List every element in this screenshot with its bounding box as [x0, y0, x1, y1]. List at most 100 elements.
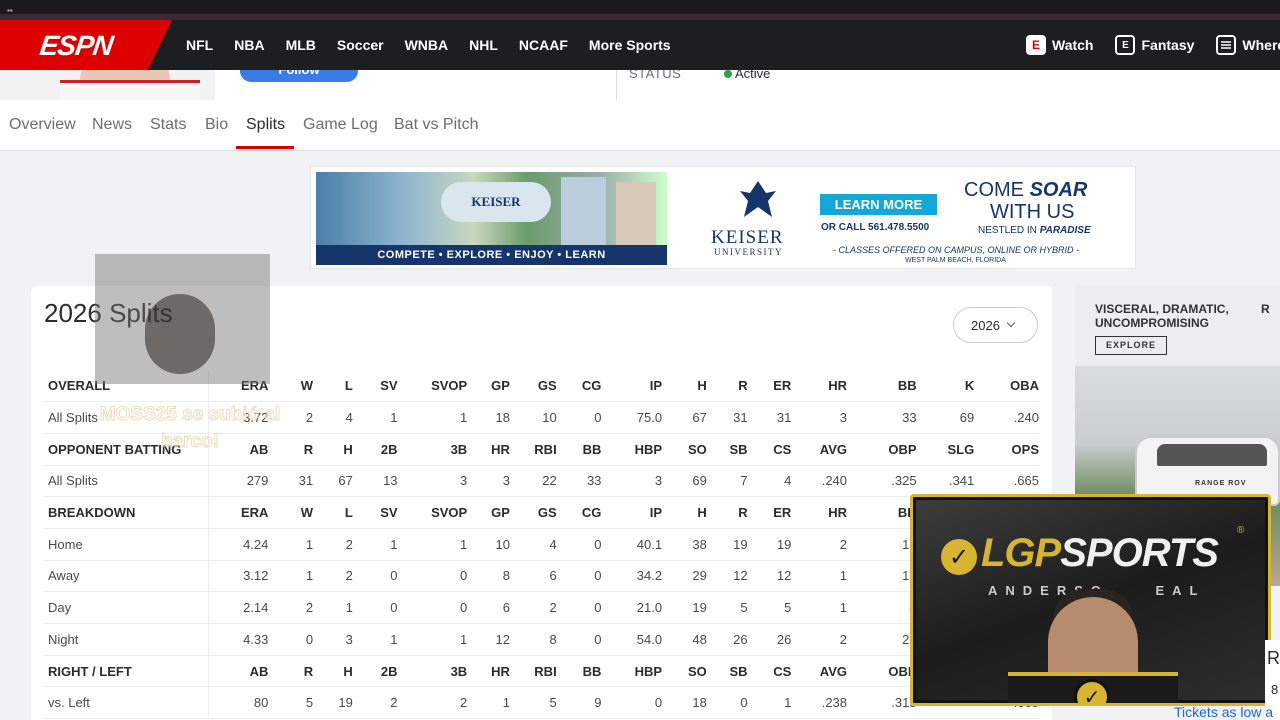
player-subnav: Overview News Stats Bio Splits Game Log …: [0, 100, 1280, 151]
column-header: 3B: [397, 433, 468, 466]
watch-link[interactable]: E Watch: [1026, 35, 1093, 55]
column-header: HR: [467, 433, 510, 466]
column-header: H: [313, 655, 353, 688]
table-cell: 54.0: [601, 623, 663, 656]
nav-link-more-sports[interactable]: More Sports: [589, 37, 671, 53]
column-header: ER: [747, 370, 792, 403]
table-row: Night4.330311128054.0482626229: [44, 623, 1039, 656]
table-cell: 2: [397, 686, 468, 720]
tab-bio[interactable]: Bio: [205, 116, 228, 134]
nav-link-nba[interactable]: NBA: [234, 37, 264, 53]
table-cell: 69: [916, 401, 975, 434]
split-label: Night: [44, 623, 210, 656]
follow-button[interactable]: Follow: [240, 70, 358, 82]
table-cell: 2: [791, 623, 848, 656]
table-cell: 17: [847, 560, 917, 593]
ad-headline-soar: SOAR: [1029, 179, 1088, 201]
nav-link-wnba[interactable]: WNBA: [405, 37, 449, 53]
tab-stats[interactable]: Stats: [150, 116, 186, 134]
column-header: SO: [662, 655, 707, 688]
split-label: vs. Left: [44, 686, 210, 720]
table-cell: 8: [509, 623, 557, 656]
column-header: ERA: [208, 496, 269, 529]
column-header: K: [916, 370, 975, 403]
browser-top-strip: ▪▪: [0, 0, 1280, 20]
table-row: vs. Left805192215901801.238.315.665: [44, 686, 1039, 720]
table-cell: 4.33: [208, 623, 269, 656]
table-cell: 19: [662, 591, 707, 624]
table-cell: 12: [747, 560, 792, 593]
keiser-ad-banner[interactable]: KEISER COMPETE • EXPLORE • ENJOY • LEARN…: [310, 166, 1136, 269]
table-cell: 0: [352, 560, 398, 593]
where-to-watch-icon: [1216, 35, 1237, 55]
status-label: STATUS: [629, 70, 682, 81]
right-rail-peek-text: Ra: [1267, 648, 1280, 668]
table-cell: 1: [397, 401, 468, 434]
nav-link-mlb[interactable]: MLB: [286, 37, 316, 53]
season-dropdown[interactable]: 2026: [953, 307, 1038, 343]
table-cell: 4: [847, 591, 917, 624]
table-cell: .665: [974, 465, 1039, 498]
table-cell: 21.0: [601, 591, 663, 624]
ad-campus-photo: KEISER COMPETE • EXPLORE • ENJOY • LEARN: [316, 172, 667, 265]
column-header: BB: [847, 496, 917, 529]
table-cell: 1: [397, 623, 468, 656]
tab-splits[interactable]: Splits: [246, 116, 285, 134]
table-cell: 3: [467, 465, 510, 498]
lgp-logo-a: LGP: [981, 531, 1061, 575]
fantasy-label: Fantasy: [1141, 37, 1195, 53]
column-header: OBP: [847, 655, 917, 688]
sport-links: NFL NBA MLB Soccer WNBA NHL NCAAF More S…: [186, 20, 692, 70]
where-to-watch-link[interactable]: Where: [1216, 35, 1280, 55]
table-cell: 7: [706, 465, 748, 498]
table-cell: 33: [556, 465, 602, 498]
nav-link-soccer[interactable]: Soccer: [337, 37, 384, 53]
nav-link-nfl[interactable]: NFL: [186, 37, 213, 53]
column-header: GP: [467, 370, 510, 403]
column-header: H: [313, 433, 353, 466]
global-nav: ESPN NFL NBA MLB Soccer WNBA NHL NCAAF M…: [0, 20, 1280, 70]
table-cell: 69: [662, 465, 707, 498]
ad-learn-more-button[interactable]: LEARN MORE: [820, 194, 937, 215]
table-section-header: RIGHT / LEFT AB R H 2B 3B HR RBI BB HBP SO SB CS AVG O…: [44, 655, 1039, 688]
table-cell: 1: [313, 591, 353, 624]
table-cell: .240: [791, 465, 848, 498]
nav-link-nhl[interactable]: NHL: [469, 37, 498, 53]
tab-overview[interactable]: Overview: [9, 116, 76, 134]
tab-news[interactable]: News: [92, 116, 132, 134]
table-cell: 4: [313, 401, 353, 434]
column-header: GP: [467, 496, 510, 529]
table-cell: 13: [352, 465, 398, 498]
nav-link-ncaaf[interactable]: NCAAF: [519, 37, 568, 53]
column-header: R: [706, 496, 748, 529]
column-header: OBA: [974, 370, 1039, 403]
table-cell: 38: [662, 528, 707, 561]
table-cell: .325: [847, 465, 917, 498]
table-cell: 3: [313, 623, 353, 656]
tickets-link[interactable]: Tickets as low a: [1174, 704, 1273, 720]
ad-nestled-paradise: PARADISE: [1039, 225, 1091, 236]
nav-right-links: E Watch E Fantasy Where: [1026, 20, 1280, 70]
side-ad-explore-button[interactable]: EXPLORE: [1095, 336, 1167, 355]
column-header: CG: [556, 496, 602, 529]
table-cell: 2: [352, 686, 398, 720]
column-header: H: [662, 496, 707, 529]
table-cell: 4: [747, 465, 792, 498]
tab-game-log[interactable]: Game Log: [303, 116, 378, 134]
column-header: AVG: [791, 433, 848, 466]
table-cell: 48: [662, 623, 707, 656]
table-cell: 2: [268, 591, 314, 624]
fantasy-link[interactable]: E Fantasy: [1115, 35, 1194, 55]
ad-nestled: NESTLED IN PARADISE: [978, 225, 1091, 236]
fantasy-icon: E: [1115, 35, 1136, 55]
espn-logo-link[interactable]: ESPN: [0, 20, 172, 70]
table-section-header: BREAKDOWN ERA W L SV SVOP GP GS CG IP H R ER HR BB: [44, 496, 1039, 529]
column-header: L: [313, 496, 353, 529]
watch-label: Watch: [1052, 37, 1094, 53]
headshot-jersey: [60, 80, 200, 100]
column-header: 2B: [352, 433, 398, 466]
tab-bat-vs-pitch[interactable]: Bat vs Pitch: [394, 116, 478, 134]
table-cell: 16: [847, 528, 917, 561]
table-cell: 29: [662, 560, 707, 593]
table-cell: 6: [467, 591, 510, 624]
